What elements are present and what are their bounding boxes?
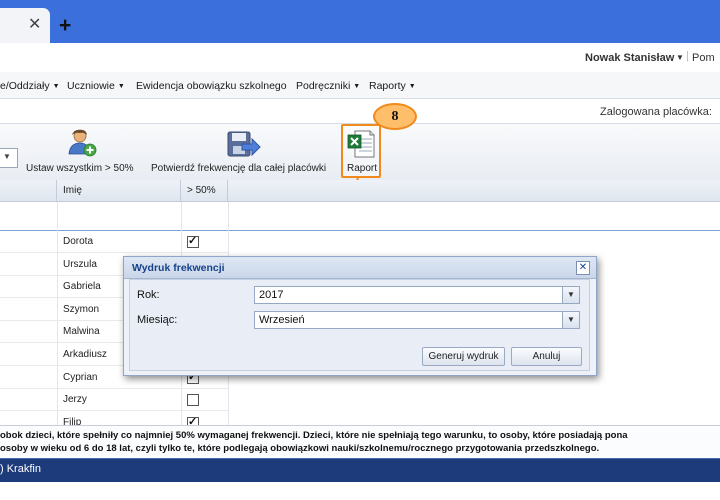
grid-header-over-50[interactable]: > 50% <box>181 180 228 201</box>
user-name-menu[interactable]: Nowak Stanisław <box>585 52 674 64</box>
set-all-label[interactable]: Ustaw wszystkim > 50% <box>26 163 134 174</box>
year-value: 2017 <box>259 289 284 301</box>
chevron-down-icon: ▼ <box>408 83 416 90</box>
browser-tab-bar <box>0 0 720 43</box>
tab-close-icon[interactable]: ✕ <box>28 17 41 33</box>
chevron-down-icon: ▼ <box>567 315 575 324</box>
taskbar-label: ) Krakfin <box>0 463 41 475</box>
chevron-down-icon: ▼ <box>3 152 11 161</box>
over-50-checkbox[interactable] <box>187 394 199 406</box>
first-name-cell: Malwina <box>63 326 100 337</box>
dialog-title: Wydruk frekwencji <box>132 262 225 274</box>
first-name-cell: Szymon <box>63 304 100 315</box>
table-row[interactable]: Jerzy <box>0 388 228 411</box>
bottom-strip <box>0 482 720 500</box>
first-name-cell: Gabriela <box>63 281 101 292</box>
save-arrow-icon[interactable] <box>226 130 262 160</box>
menu-item-podreczniki[interactable]: Podręczniki ▼ <box>296 80 360 92</box>
first-name-cell: Arkadiusz <box>63 349 107 360</box>
grid-header-first-name[interactable]: Imię <box>57 180 181 201</box>
toolbar-dropdown[interactable]: ▼ <box>0 148 18 168</box>
header-divider: | <box>686 50 689 62</box>
excel-report-icon <box>347 130 375 158</box>
year-label: Rok: <box>137 289 160 301</box>
help-link[interactable]: Pom <box>692 52 715 64</box>
first-name-cell: Cyprian <box>63 372 98 383</box>
table-row[interactable]: Dorota <box>0 230 228 253</box>
chevron-down-icon: ▼ <box>52 83 60 90</box>
taskbar <box>0 458 720 483</box>
month-select[interactable]: Wrzesień ▼ <box>254 311 580 329</box>
logged-facility-label: Zalogowana placówka: <box>600 106 712 118</box>
chevron-down-icon: ▼ <box>117 83 125 90</box>
first-name-cell: Dorota <box>63 236 94 247</box>
first-name-cell: Jerzy <box>63 394 87 405</box>
cancel-button[interactable]: Anuluj <box>511 347 582 366</box>
year-select-trigger[interactable]: ▼ <box>562 287 579 303</box>
menu-item-oddzialy[interactable]: e/Oddziały ▼ <box>0 80 60 92</box>
menu-item-raporty[interactable]: Raporty ▼ <box>369 80 416 92</box>
status-line-1: obok dzieci, które spełniły co najmniej … <box>0 430 628 441</box>
menu-item-uczniowie[interactable]: Uczniowie ▼ <box>67 80 125 92</box>
month-value: Wrzesień <box>259 314 305 326</box>
new-tab-icon[interactable]: + <box>59 15 71 36</box>
over-50-checkbox[interactable] <box>187 234 199 248</box>
chevron-down-icon: ▼ <box>567 290 575 299</box>
year-select[interactable]: 2017 ▼ <box>254 286 580 304</box>
generate-report-button[interactable]: Generuj wydruk <box>422 347 505 366</box>
browser-tab[interactable] <box>0 8 50 43</box>
close-icon[interactable]: ✕ <box>576 261 590 275</box>
status-line-2: osoby w wieku od 6 do 18 lat, czyli tylk… <box>0 443 600 454</box>
grid-header-cell <box>0 180 57 201</box>
chevron-down-icon: ▼ <box>353 83 361 90</box>
menu-item-ewidencja[interactable]: Ewidencja obowiązku szkolnego <box>136 80 287 92</box>
grid-filter-row <box>0 202 720 231</box>
report-label: Raport <box>347 163 378 174</box>
user-add-icon[interactable] <box>67 127 99 159</box>
month-select-trigger[interactable]: ▼ <box>562 312 579 328</box>
confirm-attendance-label[interactable]: Potwierdź frekwencję dla całej placówki <box>151 163 326 174</box>
step-badge: 8 <box>373 103 417 130</box>
chevron-down-icon[interactable]: ▼ <box>676 53 684 62</box>
first-name-cell: Urszula <box>63 259 97 270</box>
month-label: Miesiąc: <box>137 314 178 326</box>
